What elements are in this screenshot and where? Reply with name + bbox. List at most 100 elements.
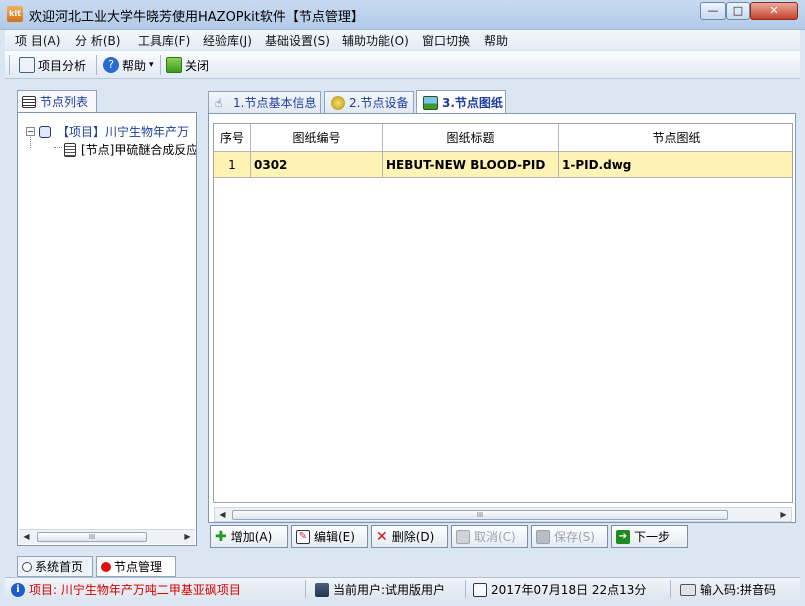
user-icon [315, 582, 329, 597]
menu-experience[interactable]: 经验库(J) [203, 32, 252, 49]
tree-node-label: [节点]甲硫醚合成反应 [81, 143, 196, 157]
menu-tools[interactable]: 工具库(F) [138, 32, 190, 49]
node-list-tab-label: 节点列表 [40, 95, 89, 109]
tab-node-management[interactable]: 节点管理 [96, 556, 176, 577]
help-button[interactable]: ? 帮助 ▾ [103, 54, 154, 76]
tab-drawings[interactable]: 3.节点图纸 [416, 90, 506, 114]
status-separator [670, 580, 671, 598]
tree-item-project[interactable]: − 【项目】川宁生物年产万 [26, 123, 196, 140]
column-header[interactable]: 序号 [214, 124, 251, 152]
table-horizontal-scrollbar[interactable]: ◀ III ▶ [214, 507, 792, 522]
status-input-text: 输入码:拼音码 [700, 583, 777, 597]
node-list-tab[interactable]: 节点列表 [17, 90, 97, 112]
hand-icon: ☝ [215, 95, 223, 110]
maximize-button[interactable]: □ [726, 2, 750, 20]
tab-node-management-label: 节点管理 [114, 560, 163, 574]
tab-home-label: 系统首页 [35, 560, 84, 574]
delete-button[interactable]: ✕ 删除(D) [371, 525, 448, 548]
edit-button[interactable]: ✎ 编辑(E) [291, 525, 368, 548]
menu-utilities[interactable]: 辅助功能(O) [342, 32, 409, 49]
calendar-icon [473, 582, 487, 597]
scroll-thumb[interactable]: III [232, 510, 728, 520]
menu-window-switch[interactable]: 窗口切换 [422, 32, 470, 49]
table-row[interactable]: 1 0302 HEBUT-NEW BLOOD-PID 1-PID.dwg [214, 152, 792, 178]
tab-basic-info[interactable]: ☝ 1.节点基本信息 [208, 91, 321, 113]
keyboard-icon [680, 583, 696, 596]
undo-icon [456, 529, 470, 544]
tree-line [30, 135, 31, 148]
column-header[interactable]: 图纸编号 [251, 124, 383, 152]
scroll-thumb[interactable]: III [37, 532, 147, 542]
exit-icon [166, 57, 182, 73]
toolbar-separator [96, 55, 97, 75]
column-header[interactable]: 图纸标题 [383, 124, 559, 152]
save-button[interactable]: 保存(S) [531, 525, 608, 548]
save-icon [536, 529, 550, 544]
save-label: 保存(S) [554, 530, 595, 544]
status-bar: i 项目: 川宁生物年产万吨二甲基亚砜项目 当前用户:试用版用户 2017年07… [5, 577, 800, 599]
chevron-down-icon: ▾ [149, 60, 154, 70]
tab-home[interactable]: 系统首页 [17, 556, 93, 577]
tab-equipment[interactable]: 2.节点设备 [324, 91, 414, 113]
tab-basic-info-label: 1.节点基本信息 [233, 96, 317, 110]
help-icon: ? [103, 57, 119, 73]
tree-line [54, 147, 62, 148]
column-header[interactable]: 节点图纸 [559, 124, 792, 152]
table-header: 序号 图纸编号 图纸标题 节点图纸 [214, 124, 792, 152]
scroll-left-icon[interactable]: ◀ [19, 530, 34, 544]
next-step-label: 下一步 [634, 530, 671, 544]
scroll-right-icon[interactable]: ▶ [180, 530, 195, 544]
arrow-right-icon: ➔ [616, 529, 630, 544]
app-logo-icon: kit [7, 6, 23, 22]
minimize-button[interactable]: — [700, 2, 726, 20]
drawing-title-cell[interactable]: HEBUT-NEW BLOOD-PID [383, 152, 559, 178]
edit-label: 编辑(E) [314, 530, 355, 544]
tab-drawings-label: 3.节点图纸 [442, 96, 503, 110]
info-icon: i [11, 582, 25, 597]
add-button[interactable]: ✚ 增加(A) [210, 525, 288, 548]
project-analysis-label: 项目分析 [38, 58, 87, 73]
delete-label: 删除(D) [391, 530, 435, 544]
project-analysis-button[interactable]: 项目分析 [19, 54, 86, 76]
active-dot-icon [101, 561, 111, 572]
title-bar: kit 欢迎河北工业大学牛晓芳使用HAZOPkit软件【节点管理】 — □ ✕ [0, 0, 805, 30]
tree-horizontal-scrollbar[interactable]: ◀ III ▶ [19, 529, 195, 544]
node-tree: − 【项目】川宁生物年产万 [节点]甲硫醚合成反应 ◀ III ▶ [17, 112, 197, 546]
next-step-button[interactable]: ➔ 下一步 [611, 525, 688, 548]
menu-analysis[interactable]: 分 析(B) [75, 32, 120, 49]
menu-project[interactable]: 项 目(A) [15, 32, 60, 49]
menu-settings[interactable]: 基础设置(S) [265, 32, 330, 49]
tree-item-node[interactable]: [节点]甲硫醚合成反应 [64, 141, 196, 158]
drawings-table: 序号 图纸编号 图纸标题 节点图纸 1 0302 HEBUT-NEW BLOOD… [213, 123, 793, 503]
close-tool-button[interactable]: 关闭 [166, 54, 209, 76]
toolbar: 项目分析 ? 帮助 ▾ 关闭 [5, 51, 800, 79]
add-label: 增加(A) [230, 530, 273, 544]
list-icon [22, 95, 36, 108]
row-index: 1 [214, 152, 251, 178]
close-tool-label: 关闭 [185, 58, 210, 73]
picture-icon [423, 95, 438, 110]
document-icon [19, 57, 35, 73]
close-window-button[interactable]: ✕ [750, 2, 798, 20]
window-title: 欢迎河北工业大学牛晓芳使用HAZOPkit软件【节点管理】 [29, 10, 364, 25]
drawing-file-cell[interactable]: 1-PID.dwg [559, 152, 792, 178]
drawing-number-cell[interactable]: 0302 [251, 152, 383, 178]
toolbar-grip [9, 55, 10, 75]
status-datetime-text: 2017年07月18日 22点13分 [491, 583, 647, 597]
menu-help[interactable]: 帮助 [484, 32, 508, 49]
help-label: 帮助 [122, 58, 147, 73]
status-user: 当前用户:试用版用户 [315, 581, 445, 598]
tree-project-label: 【项目】川宁生物年产万 [57, 125, 190, 139]
scroll-left-icon[interactable]: ◀ [215, 508, 230, 522]
plus-icon: ✚ [215, 528, 227, 545]
toolbar-separator [160, 55, 161, 75]
scroll-right-icon[interactable]: ▶ [776, 508, 791, 522]
menu-bar: 项 目(A) 分 析(B) 工具库(F) 经验库(J) 基础设置(S) 辅助功能… [5, 30, 800, 50]
status-user-text: 当前用户:试用版用户 [333, 583, 446, 597]
project-icon [39, 125, 51, 138]
cancel-label: 取消(C) [474, 530, 516, 544]
status-input-method: 输入码:拼音码 [680, 581, 776, 598]
radio-icon [22, 561, 32, 572]
status-datetime: 2017年07月18日 22点13分 [473, 581, 646, 598]
cancel-button[interactable]: 取消(C) [451, 525, 528, 548]
